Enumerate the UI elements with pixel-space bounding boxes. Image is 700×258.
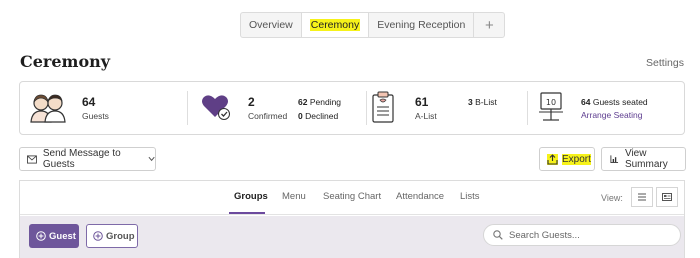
add-group-label: Group [106, 230, 135, 242]
guest-panel: Groups Menu Seating Chart Attendance Lis… [19, 180, 685, 258]
export-label: Export [562, 153, 591, 165]
sub-tabs: Groups Menu Seating Chart Attendance Lis… [20, 181, 684, 215]
guest-toolbar: Guest Group [20, 216, 684, 258]
declined-count: 0 [298, 111, 303, 121]
confirmed-count: 2 [248, 95, 255, 109]
tab-label: Ceremony [309, 19, 361, 31]
add-group-button[interactable]: Group [86, 224, 138, 248]
plus-circle-icon [36, 231, 46, 241]
guests-label: Guests [82, 111, 109, 121]
card-icon [662, 193, 672, 201]
search-input[interactable] [509, 229, 669, 241]
pending-count: 62 [298, 97, 308, 107]
arrange-seating-link[interactable]: Arrange Seating [581, 110, 642, 120]
search-icon [493, 230, 503, 240]
alist-stat: 61 A-List 3 B-List [371, 82, 531, 134]
view-label: View: [601, 193, 623, 203]
add-guest-label: Guest [49, 230, 76, 242]
export-button[interactable]: Export [539, 147, 595, 171]
tab-evening-reception[interactable]: Evening Reception [369, 13, 475, 37]
alist-label: A-List [415, 111, 437, 121]
alist-count: 61 [415, 95, 429, 109]
page-title: Ceremony [20, 52, 111, 71]
svg-text:10: 10 [546, 98, 556, 107]
search-box [483, 224, 681, 246]
card-view-button[interactable] [656, 187, 678, 207]
add-event-tab-button[interactable]: + [474, 13, 504, 37]
tab-seating-chart[interactable]: Seating Chart [323, 191, 381, 202]
view-summary-label: View Summary [624, 148, 668, 170]
tab-label: Overview [249, 19, 293, 31]
tab-ceremony[interactable]: Ceremony [301, 13, 370, 37]
tab-groups[interactable]: Groups [234, 191, 268, 202]
upload-icon [547, 153, 558, 165]
blist-label: B-List [475, 97, 497, 107]
clipboard-icon [372, 91, 394, 123]
view-summary-button[interactable]: View Summary [601, 147, 686, 171]
pending-label: Pending [309, 97, 342, 107]
tab-label: Evening Reception [377, 19, 466, 31]
divider [527, 91, 528, 125]
seated-label: Guests seated [592, 97, 648, 107]
tab-lists[interactable]: Lists [460, 191, 480, 202]
heart-check-icon [202, 95, 230, 120]
chevron-down-icon [148, 156, 155, 162]
stats-card: 64 Guests 2 Confirmed 62 Pending 0 Decli… [19, 81, 685, 135]
plus-circle-icon [93, 231, 103, 241]
guests-count: 64 [82, 95, 96, 109]
declined-stat: 0 Declined [298, 111, 338, 121]
confirmed-label: Confirmed [248, 111, 288, 121]
guests-stat: 64 Guests [30, 82, 190, 134]
seated-count: 64 [581, 97, 591, 107]
tab-attendance[interactable]: Attendance [396, 191, 444, 202]
pending-stat: 62 Pending [298, 97, 341, 107]
plus-icon: + [484, 16, 494, 34]
divider [187, 91, 188, 125]
seating-stat: 10 64 Guests seated Arrange Seating [537, 82, 682, 134]
bar-chart-icon [610, 155, 619, 164]
send-message-button[interactable]: Send Message to Guests [19, 147, 156, 171]
seated-stat: 64 Guests seated [581, 97, 648, 107]
tab-overview[interactable]: Overview [241, 13, 302, 37]
tab-menu[interactable]: Menu [282, 191, 306, 202]
blist-count: 3 [468, 97, 473, 107]
table-seating-icon: 10 [539, 92, 563, 121]
declined-label: Declined [305, 111, 339, 121]
list-view-button[interactable] [631, 187, 653, 207]
send-message-label: Send Message to Guests [42, 148, 121, 170]
divider [366, 91, 367, 125]
event-tabs: Overview Ceremony Evening Reception + [240, 12, 506, 38]
blist-stat: 3 B-List [468, 97, 497, 107]
confirmed-stat: 2 Confirmed 62 Pending 0 Declined [202, 82, 362, 134]
settings-link[interactable]: Settings [646, 57, 684, 69]
couple-icon [30, 94, 66, 123]
list-icon [638, 193, 646, 201]
add-guest-button[interactable]: Guest [29, 224, 79, 248]
active-tab-indicator [229, 212, 265, 214]
envelope-icon [27, 154, 37, 164]
